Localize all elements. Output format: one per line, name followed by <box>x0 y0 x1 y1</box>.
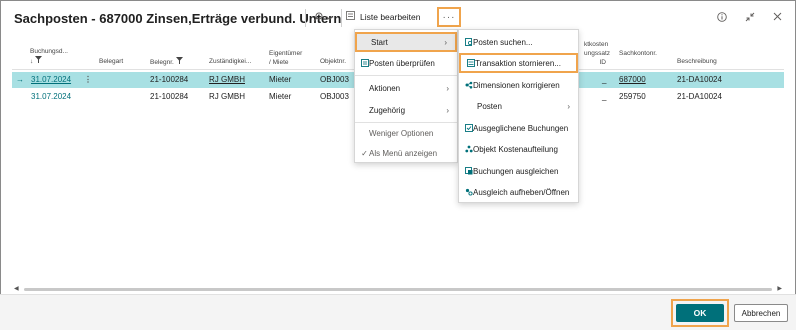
collapse-icon[interactable] <box>745 12 755 24</box>
column-header-sachkontonr[interactable]: Sachkontonr. <box>619 49 657 58</box>
column-header-belegart[interactable]: Belegart <box>99 57 123 66</box>
filter-icon <box>175 57 183 66</box>
menu-item-aktionen[interactable]: Aktionen › <box>355 78 457 98</box>
apply-entries-icon <box>464 167 473 176</box>
find-entries-icon <box>464 38 473 47</box>
menu-item-ausgeglichene-buchungen[interactable]: Ausgeglichene Buchungen <box>459 118 578 138</box>
row-actions-icon[interactable]: ⋮ <box>84 75 92 84</box>
menu-item-objekt-kostenaufteilung[interactable]: Objekt Kostenaufteilung <box>459 139 578 159</box>
scrollbar-thumb[interactable] <box>24 288 772 291</box>
chevron-right-icon: › <box>446 105 449 115</box>
menu-item-weniger-optionen[interactable]: Weniger Optionen <box>355 123 457 143</box>
column-header-belegnr[interactable]: Belegnr. <box>150 57 183 67</box>
column-header-zustaendigkeit[interactable]: Zuständigkei... <box>209 57 251 66</box>
column-header-eigentuemer[interactable]: Eigentümer / Miete <box>269 49 302 67</box>
chevron-right-icon: › <box>444 37 447 47</box>
chevron-down-icon <box>326 14 333 23</box>
window-controls <box>717 12 782 24</box>
header-divider <box>305 9 306 27</box>
scroll-left-icon[interactable]: ◀ <box>14 285 19 292</box>
applied-entries-icon <box>464 124 473 133</box>
zustaendig-cell: RJ GMBH <box>209 75 245 84</box>
sachkontonr-cell: 687000 <box>619 75 646 84</box>
chevron-right-icon: › <box>446 83 449 93</box>
menu-item-dimensionen-korrigieren[interactable]: Dimensionen korrigieren <box>459 75 578 95</box>
sachkontonr-cell: 259750 <box>619 92 646 101</box>
menu-item-posten-ueberpruefen[interactable]: Posten überprüfen <box>355 53 457 73</box>
search-button[interactable] <box>313 10 339 26</box>
unapply-entries-icon <box>464 188 473 197</box>
more-icon: ··· <box>442 11 456 23</box>
chevron-right-icon: › <box>567 101 570 111</box>
ok-button-highlight: OK <box>671 299 729 327</box>
menu-item-als-menue-anzeigen[interactable]: ✓ Als Menü anzeigen <box>355 143 457 163</box>
edit-list-button[interactable]: Liste bearbeiten <box>346 11 421 22</box>
sort-filter-icon: ↓ <box>30 56 68 66</box>
info-icon[interactable] <box>717 12 727 24</box>
page-title: Sachposten - 687000 Zinsen,Erträge verbu… <box>14 11 342 26</box>
column-header-beschreibung[interactable]: Beschreibung <box>677 57 717 66</box>
edit-list-label: Liste bearbeiten <box>360 11 421 22</box>
objektnr-cell: OBJ003 <box>320 92 349 101</box>
scroll-right-icon[interactable]: ▶ <box>777 285 782 292</box>
column-header-buchungsdatum[interactable]: Buchungsd... ↓ <box>30 47 68 66</box>
menu-item-transaktion-stornieren[interactable]: Transaktion stornieren... <box>459 53 578 73</box>
objektnr-cell: OBJ003 <box>320 75 349 84</box>
menu-item-zugehoerig[interactable]: Zugehörig › <box>355 100 457 120</box>
column-header-kostensatz[interactable]: ktkosten ungssatz ID <box>584 40 610 67</box>
menu-item-posten-suchen[interactable]: Posten suchen... <box>459 32 578 52</box>
zustaendig-cell: RJ GMBH <box>209 92 245 101</box>
reverse-transaction-icon <box>466 59 475 68</box>
eigentuemer-cell: Mieter <box>269 92 292 101</box>
menu-item-start[interactable]: Start › <box>355 32 457 52</box>
menu-item-posten[interactable]: Posten › <box>459 96 578 116</box>
checkmark-icon: ✓ <box>361 148 368 158</box>
kostensatz-cell: _ <box>602 92 607 101</box>
eigentuemer-cell: Mieter <box>269 75 292 84</box>
kostensatz-cell: _ <box>602 75 607 84</box>
beschreibung-cell: 21-DA10024 <box>677 75 722 84</box>
row-indicator-icon: → <box>16 75 24 84</box>
menu-item-buchungen-ausgleichen[interactable]: Buchungen ausgleichen <box>459 161 578 181</box>
edit-list-icon <box>346 11 355 22</box>
more-options-button[interactable]: ··· <box>437 7 461 27</box>
start-submenu: Posten suchen... Transaktion stornieren.… <box>458 29 579 203</box>
search-icon <box>313 12 323 24</box>
actions-menu: Start › Posten überprüfen Aktionen › Zug… <box>354 29 458 163</box>
beschreibung-cell: 21-DA10024 <box>677 92 722 101</box>
cancel-button[interactable]: Abbrechen <box>734 304 788 322</box>
column-header-objektnr[interactable]: Objektnr. <box>320 57 346 66</box>
review-icon <box>360 59 369 68</box>
menu-item-ausgleich-aufheben[interactable]: Ausgleich aufheben/Öffnen <box>459 182 578 202</box>
horizontal-scrollbar[interactable]: ◀ ▶ <box>12 285 784 293</box>
belegnr-cell: 21-100284 <box>150 75 189 84</box>
date-cell[interactable]: 31.07.2024 <box>31 92 71 101</box>
menu-divider <box>355 75 457 76</box>
header-divider <box>341 9 342 27</box>
dimensions-icon <box>464 81 473 90</box>
cost-allocation-icon <box>464 145 473 154</box>
belegnr-cell: 21-100284 <box>150 92 189 101</box>
date-cell[interactable]: 31.07.2024 <box>31 75 71 84</box>
close-icon[interactable] <box>773 12 782 24</box>
ok-button[interactable]: OK <box>676 304 724 322</box>
